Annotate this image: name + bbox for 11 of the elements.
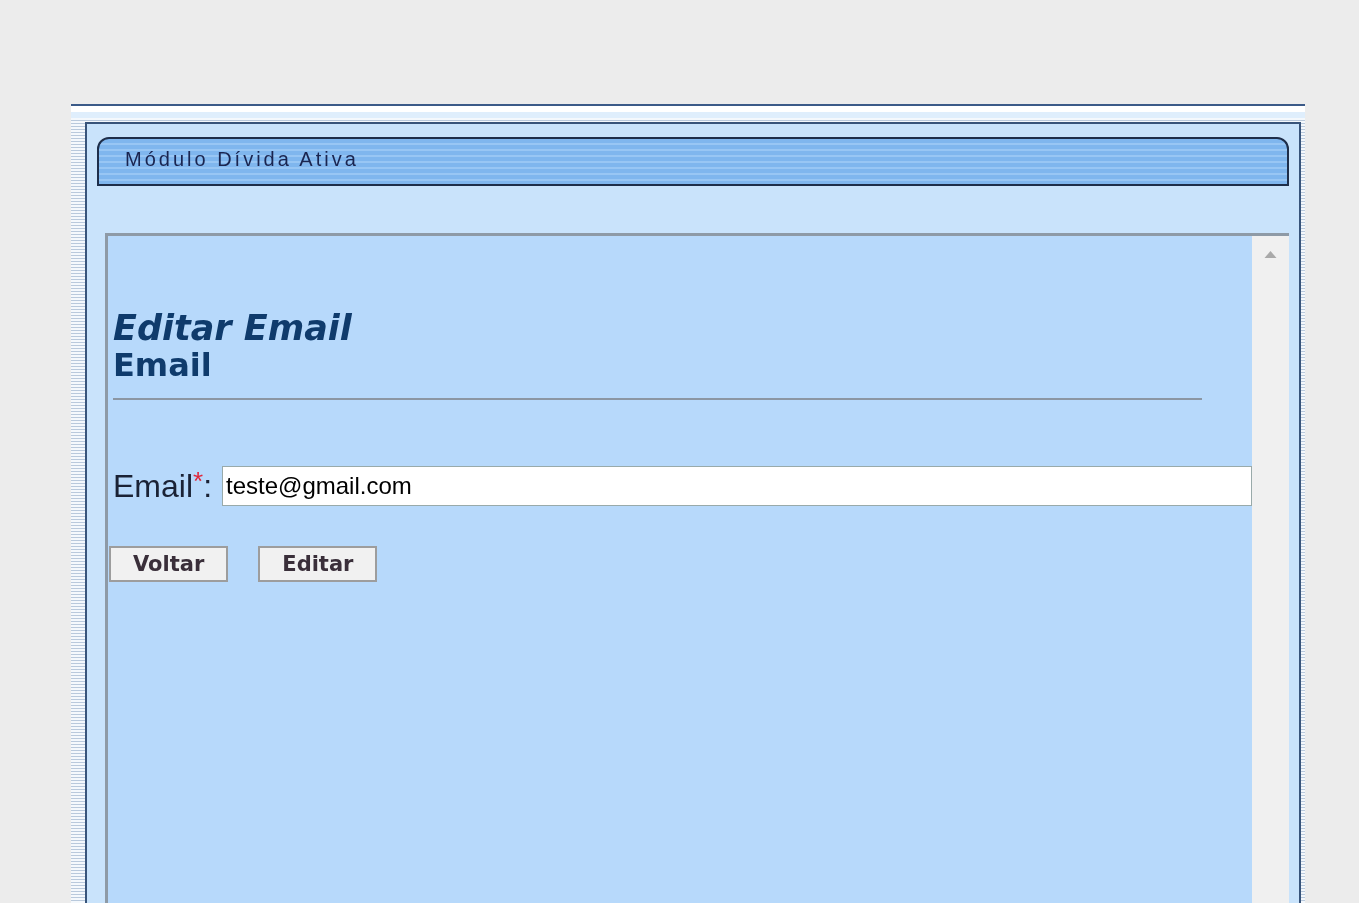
label-colon: : — [203, 467, 213, 505]
module-title: Módulo Dívida Ativa — [125, 148, 359, 170]
required-mark: * — [193, 466, 204, 496]
form-button[interactable]: Editar — [258, 546, 378, 582]
field-label: Email — [113, 467, 193, 505]
form-button[interactable]: Voltar — [109, 546, 229, 582]
page-title: Editar Email — [113, 308, 353, 348]
scrollbar[interactable] — [1252, 236, 1289, 903]
scroll-up-arrow-icon[interactable] — [1264, 251, 1277, 258]
email-input-field[interactable]: teste@gmail.com — [222, 466, 1252, 506]
section-title: Email — [113, 346, 213, 384]
